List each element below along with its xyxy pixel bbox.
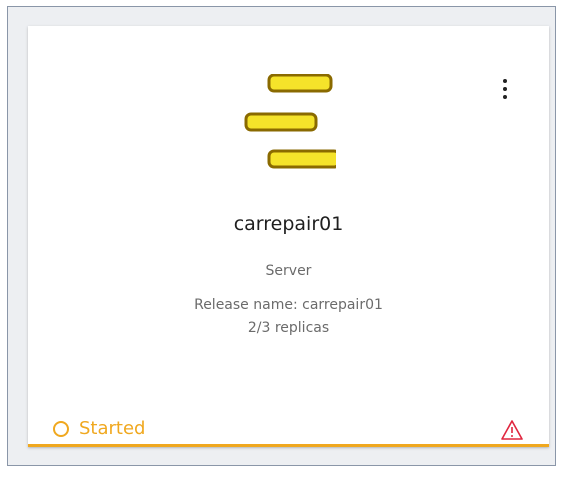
kebab-dot — [503, 79, 507, 83]
warning-triangle-icon[interactable] — [501, 419, 523, 441]
deployment-card[interactable]: carrepair01 Server Release name: carrepa… — [28, 26, 549, 447]
logo-bar-top — [267, 74, 333, 93]
kebab-dot — [503, 87, 507, 91]
release-name: Release name: carrepair01 — [194, 297, 383, 313]
status-indicator[interactable]: Started — [53, 418, 145, 439]
card-title: carrepair01 — [233, 213, 344, 235]
card-type: Server — [265, 263, 312, 279]
kebab-dot — [503, 95, 507, 99]
logo-bar-middle — [244, 112, 318, 132]
status-ring-icon — [53, 420, 69, 437]
logo-bar-bottom — [267, 149, 336, 169]
replica-count: 2/3 replicas — [247, 320, 330, 336]
status-accent-bar — [28, 444, 549, 447]
window-frame: carrepair01 Server Release name: carrepa… — [7, 6, 556, 466]
stacked-bars-logo-icon — [244, 74, 336, 169]
status-label: Started — [79, 418, 146, 439]
kebab-menu-icon[interactable] — [495, 74, 515, 104]
